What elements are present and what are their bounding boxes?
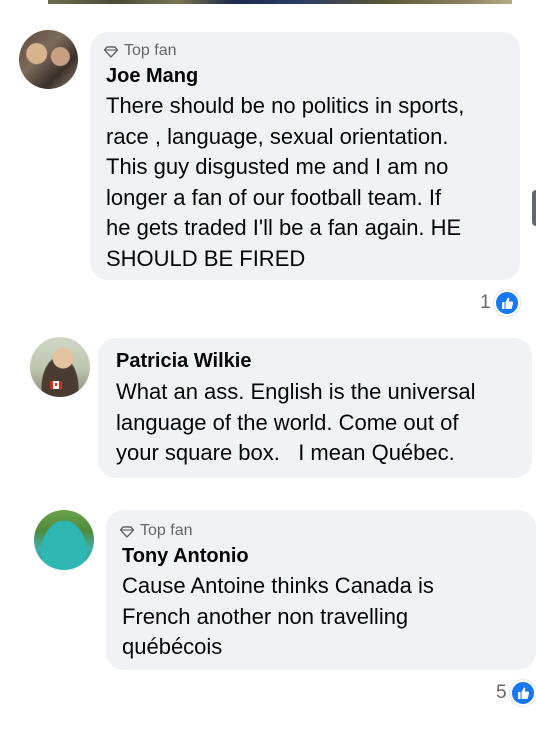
comment-line: québécois — [122, 634, 223, 659]
top-fan-badge: Top fan — [103, 42, 177, 60]
comment-text: Cause Antoine thinks Canada is French an… — [122, 571, 434, 663]
comment-line: SHOULD BE FIRED — [106, 245, 306, 271]
comment-line: race , language, sexual orientation. — [106, 123, 449, 149]
reaction-count[interactable]: 1 — [480, 290, 520, 316]
comment-bubble-patricia-wilkie: Patricia Wilkie What an ass. English is … — [98, 338, 532, 478]
commenter-name[interactable]: Joe Mang — [106, 65, 198, 88]
comment-line: language of the world. Come out of — [116, 409, 459, 435]
comment-line: your square box. I mean Québec. — [116, 440, 455, 465]
scroll-edge-indicator — [532, 190, 536, 226]
avatar-tony-antonio[interactable] — [34, 510, 94, 570]
diamond-icon — [103, 45, 119, 58]
comment-line: There should be no politics in sports, — [106, 93, 465, 118]
comment-bubble-tony-antonio: Top fan Tony Antonio Cause Antoine think… — [106, 510, 536, 670]
comment-line: This guy disgusted me and I am no — [106, 154, 449, 179]
comment-text: There should be no politics in sports, r… — [106, 91, 464, 274]
comment-line: Cause Antoine thinks Canada is — [122, 573, 434, 598]
comment-text: What an ass. English is the universal la… — [116, 377, 476, 469]
previous-post-image[interactable] — [0, 0, 536, 5]
comment-line: French another non travelling — [122, 603, 409, 629]
top-fan-label: Top fan — [140, 522, 193, 539]
reaction-number: 1 — [480, 292, 491, 313]
like-icon — [509, 680, 536, 706]
top-fan-label: Top fan — [124, 42, 177, 59]
comment-line: What an ass. English is the universal — [116, 379, 476, 404]
like-icon — [493, 290, 520, 316]
commenter-name[interactable]: Tony Antonio — [122, 545, 249, 568]
avatar-joe-mang[interactable] — [19, 30, 78, 89]
comment-bubble-joe-mang: Top fan Joe Mang There should be no poli… — [90, 32, 520, 280]
comment-line: he gets traded I'll be a fan again. HE — [106, 215, 462, 240]
diamond-icon — [119, 525, 135, 538]
canada-flag-icon — [50, 381, 62, 389]
reaction-number: 5 — [496, 682, 507, 703]
commenter-name[interactable]: Patricia Wilkie — [116, 350, 251, 373]
top-fan-badge: Top fan — [119, 522, 193, 540]
reaction-count[interactable]: 5 — [496, 680, 536, 706]
post-photo-fragment — [48, 0, 512, 4]
comment-line: longer a fan of our football team. If — [106, 184, 442, 210]
